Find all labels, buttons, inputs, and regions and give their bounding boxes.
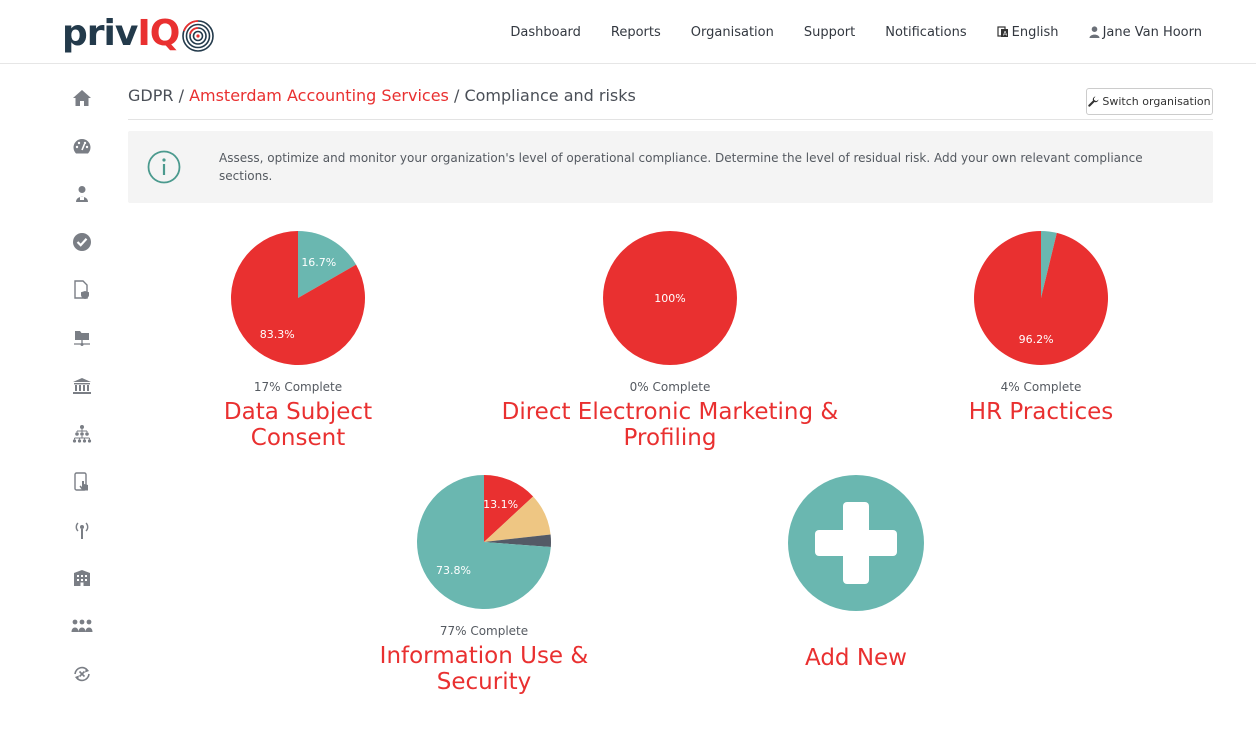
folder-network-icon[interactable] xyxy=(62,314,102,362)
user-menu[interactable]: Jane Van Hoorn xyxy=(1089,25,1202,40)
completion-text: 17% Complete xyxy=(253,380,343,394)
pie-slice-label: 96.2% xyxy=(1019,333,1054,346)
priviq-logo[interactable]: privIQ xyxy=(62,12,215,56)
breadcrumb-separator: / xyxy=(453,86,460,105)
header-divider xyxy=(128,119,1213,120)
section-title[interactable]: Data Subject Consent xyxy=(178,399,418,451)
section-data-subject-consent[interactable]: 16.7% 83.3% 17% Complete Data Subject Con… xyxy=(178,230,418,451)
broadcast-icon[interactable] xyxy=(62,506,102,554)
breadcrumb-organisation[interactable]: Amsterdam Accounting Services xyxy=(189,86,449,105)
section-hr-practices[interactable]: 96.2% 4% Complete HR Practices xyxy=(921,230,1161,425)
section-direct-electronic-marketing[interactable]: 100% 0% Complete Direct Electronic Marke… xyxy=(500,230,840,451)
info-text: Assess, optimize and monitor your organi… xyxy=(219,151,1143,183)
language-selector[interactable]: A English xyxy=(997,25,1059,40)
section-information-use-security[interactable]: 13.1% 73.8% 77% Complete Information Use … xyxy=(334,474,634,695)
switch-organisation-label: Switch organisation xyxy=(1102,95,1211,108)
pie-slice-label: 83.3% xyxy=(260,328,295,341)
institution-icon[interactable] xyxy=(62,362,102,410)
pie-slice-label: 100% xyxy=(654,292,685,305)
fingerprint-icon xyxy=(182,20,215,52)
user-icon xyxy=(1089,26,1100,38)
top-navbar: privIQ Dashboard Reports Organisation Su… xyxy=(0,0,1256,64)
add-new-section[interactable]: Add New xyxy=(736,474,976,671)
section-title[interactable]: HR Practices xyxy=(921,399,1161,425)
language-flag-icon: A xyxy=(997,26,1008,38)
pie-chart: 96.2% xyxy=(974,231,1109,365)
user-icon[interactable] xyxy=(62,170,102,218)
nav-support[interactable]: Support xyxy=(804,25,855,40)
section-title[interactable]: Direct Electronic Marketing & Profiling xyxy=(500,399,840,451)
completion-text: 0% Complete xyxy=(629,380,711,394)
nav-organisation[interactable]: Organisation xyxy=(691,25,774,40)
org-chart-icon[interactable] xyxy=(62,410,102,458)
completion-text: 77% Complete xyxy=(439,624,529,638)
info-icon xyxy=(147,150,181,184)
building-icon[interactable] xyxy=(62,554,102,602)
nav-notifications[interactable]: Notifications xyxy=(885,25,966,40)
completion-text: 4% Complete xyxy=(1000,380,1082,394)
wrench-icon xyxy=(1088,96,1099,107)
switch-organisation-button[interactable]: Switch organisation xyxy=(1086,88,1213,115)
nav-reports[interactable]: Reports xyxy=(611,25,661,40)
main-nav: Dashboard Reports Organisation Support N… xyxy=(510,0,1202,64)
pie-chart: 16.7% 83.3% xyxy=(230,231,365,365)
info-banner: Assess, optimize and monitor your organi… xyxy=(128,131,1213,203)
sidebar xyxy=(62,74,102,698)
pie-chart: 100% xyxy=(603,231,737,365)
section-title[interactable]: Information Use & Security xyxy=(334,643,634,695)
pie-chart: 13.1% 73.8% xyxy=(417,475,551,609)
nav-dashboard[interactable]: Dashboard xyxy=(510,25,581,40)
group-icon[interactable] xyxy=(62,602,102,650)
language-label: English xyxy=(1011,24,1059,40)
pie-slice-label: 16.7% xyxy=(301,256,336,269)
pie-slice-label: 13.1% xyxy=(483,498,518,511)
touch-device-icon[interactable] xyxy=(62,458,102,506)
add-circle-icon[interactable] xyxy=(787,474,925,612)
breadcrumb-root[interactable]: GDPR xyxy=(128,86,173,105)
dashboard-gauge-icon[interactable] xyxy=(62,122,102,170)
breadcrumb-separator: / xyxy=(178,86,184,105)
logo-text: privIQ xyxy=(62,13,180,54)
user-name: Jane Van Hoorn xyxy=(1102,24,1202,40)
breadcrumb-current: Compliance and risks xyxy=(464,86,636,105)
check-circle-icon[interactable] xyxy=(62,218,102,266)
breadcrumb: GDPR / Amsterdam Accounting Services / C… xyxy=(128,86,636,105)
home-icon[interactable] xyxy=(62,74,102,122)
pie-slice-label: 73.8% xyxy=(436,564,471,577)
document-shield-icon[interactable] xyxy=(62,266,102,314)
transfer-icon[interactable] xyxy=(62,650,102,698)
add-new-title[interactable]: Add New xyxy=(736,645,976,671)
